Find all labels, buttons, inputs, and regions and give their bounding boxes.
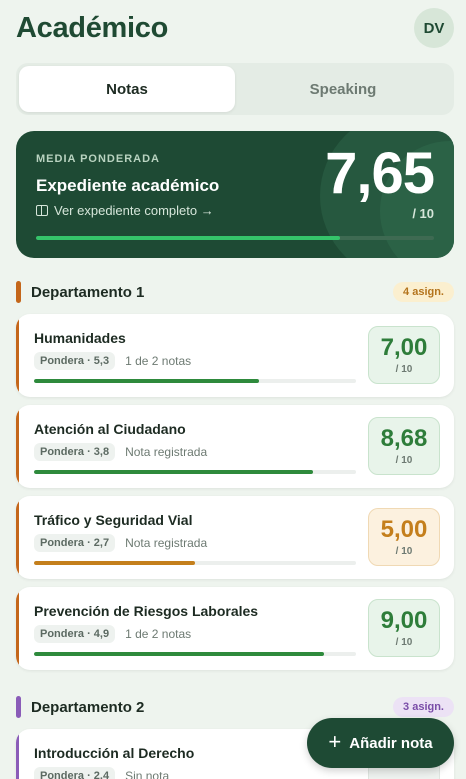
grade-box: 9,00 / 10: [368, 599, 440, 657]
card-accent: [16, 729, 19, 779]
average-score: 7,65: [325, 141, 435, 206]
department-name: Departamento 1: [31, 283, 145, 301]
card-accent: [16, 587, 19, 670]
header: Académico DV: [16, 8, 454, 48]
notes-info: Nota registrada: [125, 445, 208, 459]
subject-name: Atención al Ciudadano: [34, 421, 186, 437]
grade-value: 5,00: [380, 515, 428, 543]
grade-value: 8,68: [380, 424, 428, 452]
avatar[interactable]: DV: [414, 8, 454, 48]
subject-progress-fill: [34, 561, 195, 565]
subject-card[interactable]: Prevención de Riesgos Laborales Pondera …: [16, 587, 454, 670]
summary-label: MEDIA PONDERADA: [36, 153, 160, 165]
view-full-record-label: Ver expediente completo →: [54, 203, 214, 218]
grade-out-of: / 10: [395, 636, 413, 648]
add-note-label: Añadir nota: [349, 734, 433, 752]
add-note-button[interactable]: + Añadir nota: [307, 718, 454, 768]
subject-name: Humanidades: [34, 330, 126, 346]
subject-card[interactable]: Humanidades Pondera · 5,3 1 de 2 notas 7…: [16, 314, 454, 397]
subject-progress-bar: [34, 470, 356, 474]
department-header: Departamento 1 4 asign.: [16, 280, 454, 304]
subject-name: Tráfico y Seguridad Vial: [34, 512, 193, 528]
subject-count-badge: 4 asign.: [393, 282, 454, 302]
grade-out-of: / 10: [395, 454, 413, 466]
subject-name: Introducción al Derecho: [34, 745, 195, 761]
tab-notas[interactable]: Notas: [19, 66, 235, 112]
weight-pill: Pondera · 2,7: [34, 534, 116, 552]
notes-info: 1 de 2 notas: [125, 627, 192, 641]
grade-out-of: / 10: [395, 363, 413, 375]
department-color-bar: [16, 696, 21, 718]
grade-value: 9,00: [380, 606, 428, 634]
department-header: Departamento 2 3 asign.: [16, 695, 454, 719]
grade-box: 5,00 / 10: [368, 508, 440, 566]
subject-progress-fill: [34, 379, 260, 383]
grade-box: 8,68 / 10: [368, 417, 440, 475]
weight-pill: Pondera · 5,3: [34, 352, 116, 370]
average-progress-bar: [36, 236, 434, 240]
plus-icon: +: [328, 729, 342, 754]
grade-value: 7,00: [380, 333, 428, 361]
tab-speaking[interactable]: Speaking: [235, 66, 451, 112]
subject-name: Prevención de Riesgos Laborales: [34, 603, 259, 619]
weighted-average-card: MEDIA PONDERADA Expediente académico Ver…: [16, 131, 454, 258]
department-color-bar: [16, 281, 21, 303]
subject-progress-bar: [34, 652, 356, 656]
average-out-of: / 10: [412, 206, 434, 221]
subject-progress-bar: [34, 561, 356, 565]
notes-info: 1 de 2 notas: [125, 354, 192, 368]
average-progress-fill: [36, 236, 341, 240]
subject-progress-bar: [34, 379, 356, 383]
subject-count-badge: 3 asign.: [393, 697, 454, 717]
summary-title: Expediente académico: [36, 176, 220, 195]
card-accent: [16, 496, 19, 579]
subject-card[interactable]: Tráfico y Seguridad Vial Pondera · 2,7 N…: [16, 496, 454, 579]
card-accent: [16, 314, 19, 397]
page-title: Académico: [16, 11, 169, 44]
subject-progress-fill: [34, 470, 314, 474]
book-icon: [36, 205, 48, 216]
grade-out-of: / 10: [395, 545, 413, 557]
card-accent: [16, 405, 19, 488]
view-full-record-link[interactable]: Ver expediente completo →: [36, 203, 214, 218]
grade-box: 7,00 / 10: [368, 326, 440, 384]
weight-pill: Pondera · 2,4: [34, 767, 116, 779]
weight-pill: Pondera · 4,9: [34, 625, 116, 643]
notes-info: Sin nota: [125, 769, 170, 779]
tab-bar: Notas Speaking: [16, 63, 454, 115]
subject-progress-fill: [34, 652, 324, 656]
department-name: Departamento 2: [31, 698, 145, 716]
notes-info: Nota registrada: [125, 536, 208, 550]
weight-pill: Pondera · 3,8: [34, 443, 116, 461]
subject-card[interactable]: Atención al Ciudadano Pondera · 3,8 Nota…: [16, 405, 454, 488]
